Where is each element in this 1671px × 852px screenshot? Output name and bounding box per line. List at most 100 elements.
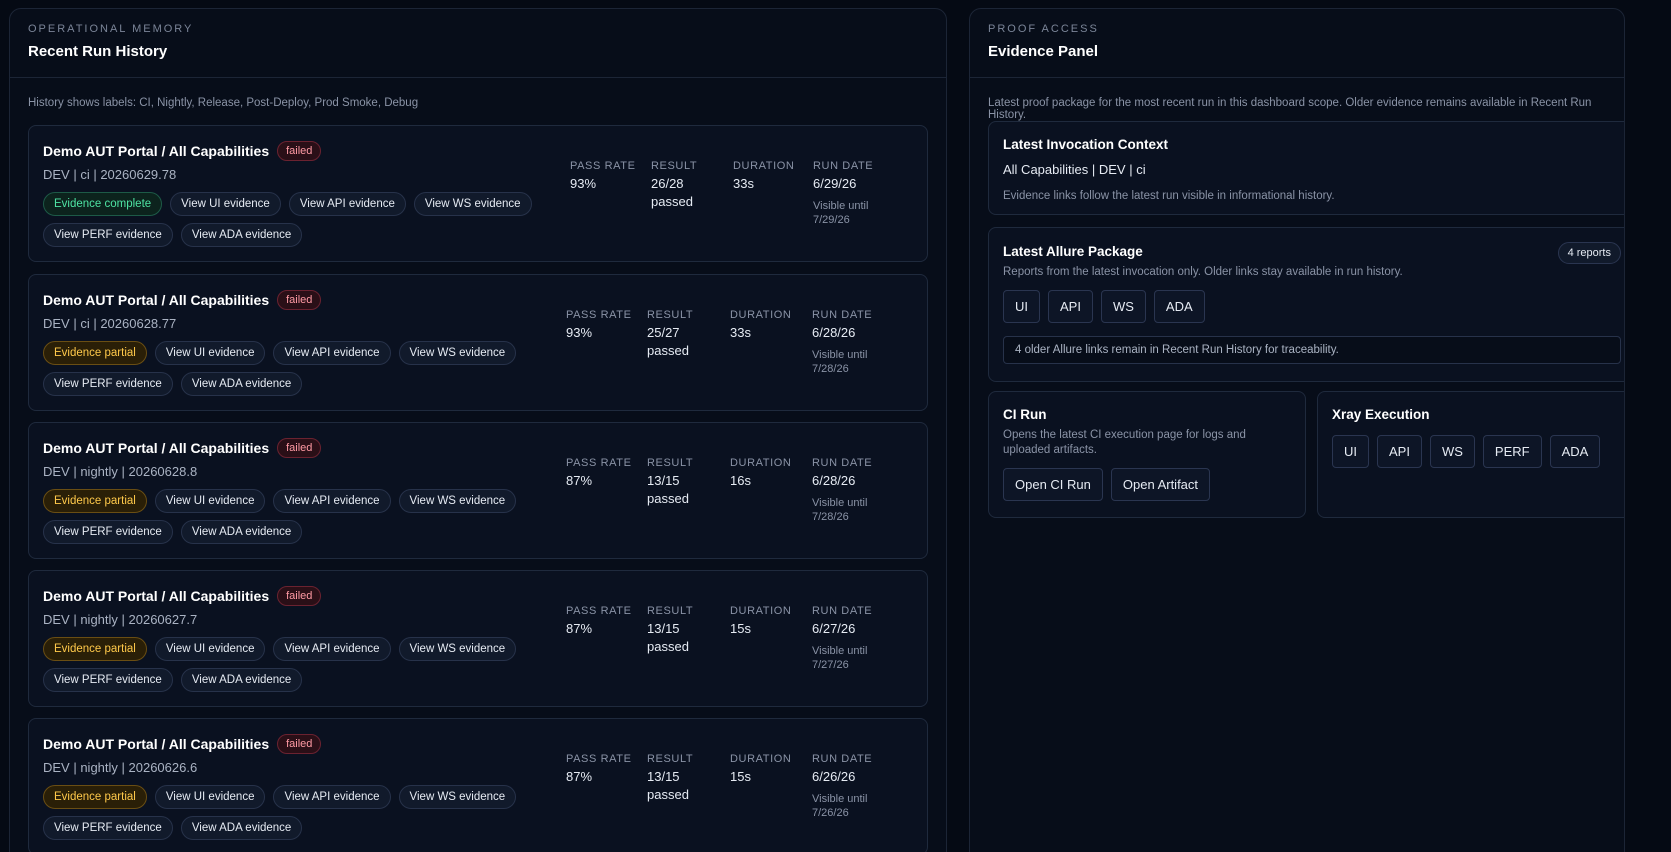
- pass-rate-value: 87%: [566, 473, 593, 488]
- duration-label: DURATION: [733, 160, 795, 172]
- allure-ada-button[interactable]: ADA: [1153, 290, 1205, 323]
- allure-ws-button[interactable]: WS: [1100, 290, 1146, 323]
- evidence-status-badge: Evidence partial: [43, 489, 147, 513]
- allure-older-note: 4 older Allure links remain in Recent Ru…: [1003, 336, 1621, 364]
- run-subtitle: DEV | nightly | 20260627.7: [43, 612, 198, 627]
- xray-ui-button[interactable]: UI: [1332, 435, 1369, 468]
- xray-card: Xray Execution UI API WS PERF ADA: [1317, 391, 1624, 518]
- open-ci-run-button[interactable]: Open CI Run: [1003, 468, 1103, 501]
- duration-metric: DURATION 33s: [730, 309, 791, 342]
- pass-rate-value: 87%: [566, 621, 593, 636]
- run-title-row: Demo AUT Portal / All Capabilities faile…: [43, 290, 322, 310]
- allure-ui-button[interactable]: UI: [1003, 290, 1040, 323]
- evidence-status-badge: Evidence complete: [43, 192, 163, 216]
- run-history-title: Recent Run History: [28, 43, 168, 60]
- view-perf-evidence-link[interactable]: View PERF evidence: [43, 372, 173, 396]
- xray-perf-button[interactable]: PERF: [1482, 435, 1542, 468]
- run-title: Demo AUT Portal / All Capabilities: [43, 588, 270, 604]
- result-metric: RESULT 26/28 passed: [651, 160, 697, 211]
- pass-rate-metric: PASS RATE 87%: [566, 457, 632, 490]
- xray-button-row: UI API WS PERF ADA: [1332, 435, 1601, 468]
- view-api-evidence-link[interactable]: View API evidence: [273, 785, 391, 809]
- view-ws-evidence-link[interactable]: View WS evidence: [413, 192, 532, 216]
- run-date-value: 6/28/26: [812, 325, 856, 340]
- run-date-metric: RUN DATE 6/28/26 Visible until 7/28/26: [812, 457, 872, 524]
- duration-value: 33s: [730, 325, 751, 340]
- evidence-row-2: View PERF evidence View ADA evidence: [43, 816, 303, 840]
- run-card-2: Demo AUT Portal / All Capabilities faile…: [28, 274, 928, 411]
- evidence-row-2: View PERF evidence View ADA evidence: [43, 668, 303, 692]
- run-card-4: Demo AUT Portal / All Capabilities faile…: [28, 570, 928, 707]
- invocation-title: Latest Invocation Context: [1003, 137, 1169, 152]
- view-api-evidence-link[interactable]: View API evidence: [273, 637, 391, 661]
- evidence-eyebrow: PROOF ACCESS: [988, 23, 1099, 35]
- view-ws-evidence-link[interactable]: View WS evidence: [398, 637, 517, 661]
- visible-until-note: Visible until 7/28/26: [812, 497, 868, 523]
- run-subtitle: DEV | nightly | 20260626.6: [43, 760, 198, 775]
- view-perf-evidence-link[interactable]: View PERF evidence: [43, 223, 173, 247]
- allure-button-row: UI API WS ADA: [1003, 290, 1205, 323]
- run-history-panel: OPERATIONAL MEMORY Recent Run History Hi…: [9, 8, 947, 852]
- duration-label: DURATION: [730, 309, 792, 321]
- view-ws-evidence-link[interactable]: View WS evidence: [398, 489, 517, 513]
- evidence-row: Evidence partial View UI evidence View A…: [43, 637, 517, 661]
- run-date-value: 6/28/26: [812, 473, 856, 488]
- allure-report-count: 4 reports: [1557, 242, 1621, 264]
- view-ws-evidence-link[interactable]: View WS evidence: [398, 341, 517, 365]
- evidence-status-badge: Evidence partial: [43, 785, 147, 809]
- evidence-panel-header: PROOF ACCESS Evidence Panel: [970, 9, 1624, 78]
- view-ui-evidence-link[interactable]: View UI evidence: [154, 785, 266, 809]
- view-ada-evidence-link[interactable]: View ADA evidence: [180, 816, 303, 840]
- run-date-metric: RUN DATE 6/27/26 Visible until 7/27/26: [812, 605, 872, 672]
- run-history-note: History shows labels: CI, Nightly, Relea…: [28, 97, 419, 109]
- view-ada-evidence-link[interactable]: View ADA evidence: [180, 223, 303, 247]
- evidence-row-2: View PERF evidence View ADA evidence: [43, 520, 303, 544]
- view-ws-evidence-link[interactable]: View WS evidence: [398, 785, 517, 809]
- xray-title: Xray Execution: [1332, 407, 1430, 422]
- result-label: RESULT: [647, 753, 694, 765]
- view-ui-evidence-link[interactable]: View UI evidence: [154, 637, 266, 661]
- view-ada-evidence-link[interactable]: View ADA evidence: [180, 668, 303, 692]
- pass-rate-value: 93%: [570, 176, 597, 191]
- view-perf-evidence-link[interactable]: View PERF evidence: [43, 668, 173, 692]
- pass-rate-metric: PASS RATE 93%: [566, 309, 632, 342]
- xray-ada-button[interactable]: ADA: [1549, 435, 1601, 468]
- result-label: RESULT: [647, 457, 694, 469]
- view-ui-evidence-link[interactable]: View UI evidence: [154, 489, 266, 513]
- allure-api-button[interactable]: API: [1048, 290, 1093, 323]
- duration-label: DURATION: [730, 457, 792, 469]
- run-title-row: Demo AUT Portal / All Capabilities faile…: [43, 734, 322, 754]
- result-metric: RESULT 13/15 passed: [647, 605, 693, 656]
- xray-ws-button[interactable]: WS: [1429, 435, 1475, 468]
- result-label: RESULT: [647, 605, 694, 617]
- duration-label: DURATION: [730, 753, 792, 765]
- run-title: Demo AUT Portal / All Capabilities: [43, 143, 270, 159]
- run-date-metric: RUN DATE 6/26/26 Visible until 7/26/26: [812, 753, 872, 820]
- pass-rate-label: PASS RATE: [566, 457, 632, 469]
- evidence-row-2: View PERF evidence View ADA evidence: [43, 372, 303, 396]
- run-date-label: RUN DATE: [812, 753, 873, 765]
- view-api-evidence-link[interactable]: View API evidence: [288, 192, 406, 216]
- pass-rate-metric: PASS RATE 93%: [570, 160, 636, 193]
- result-label: RESULT: [647, 309, 694, 321]
- status-badge: failed: [277, 141, 322, 161]
- allure-card: Latest Allure Package 4 reports Reports …: [988, 227, 1624, 382]
- view-perf-evidence-link[interactable]: View PERF evidence: [43, 520, 173, 544]
- result-label: RESULT: [651, 160, 698, 172]
- view-ui-evidence-link[interactable]: View UI evidence: [154, 341, 266, 365]
- open-artifact-button[interactable]: Open Artifact: [1110, 468, 1211, 501]
- view-ada-evidence-link[interactable]: View ADA evidence: [180, 372, 303, 396]
- view-ada-evidence-link[interactable]: View ADA evidence: [180, 520, 303, 544]
- view-ui-evidence-link[interactable]: View UI evidence: [170, 192, 281, 216]
- result-value: 13/15 passed: [647, 621, 689, 654]
- view-perf-evidence-link[interactable]: View PERF evidence: [43, 816, 173, 840]
- view-api-evidence-link[interactable]: View API evidence: [273, 489, 391, 513]
- run-title-row: Demo AUT Portal / All Capabilities faile…: [43, 586, 322, 606]
- xray-api-button[interactable]: API: [1377, 435, 1422, 468]
- view-api-evidence-link[interactable]: View API evidence: [273, 341, 391, 365]
- ci-run-text: Opens the latest CI execution page for l…: [1003, 429, 1246, 456]
- ci-run-card: CI Run Opens the latest CI execution pag…: [988, 391, 1306, 518]
- visible-until-note: Visible until 7/28/26: [812, 349, 868, 375]
- result-metric: RESULT 13/15 passed: [647, 457, 693, 508]
- run-card-1: Demo AUT Portal / All Capabilities faile…: [28, 125, 928, 262]
